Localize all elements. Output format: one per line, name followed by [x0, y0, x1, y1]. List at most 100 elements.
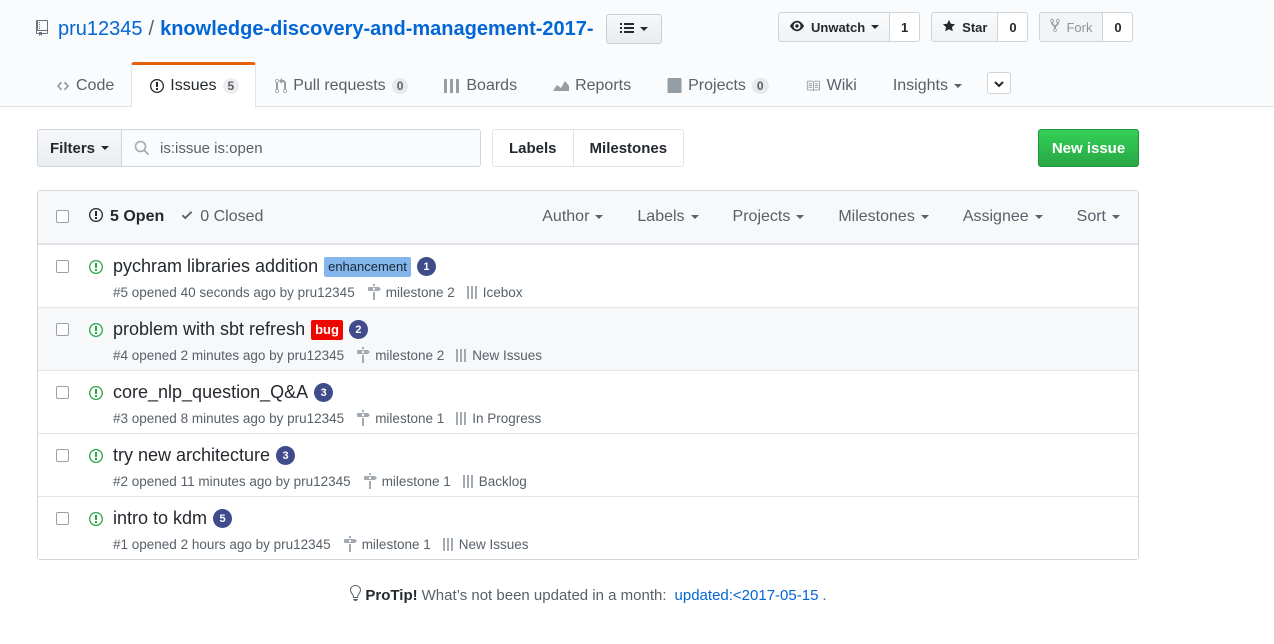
unwatch-button[interactable]: Unwatch: [778, 12, 891, 42]
repo-title: pru12345 / knowledge-discovery-and-manag…: [36, 14, 662, 44]
milestones-filter[interactable]: Milestones: [838, 208, 929, 226]
projects-filter[interactable]: Projects: [733, 208, 805, 226]
milestone-icon: [356, 410, 371, 426]
star-count[interactable]: 0: [998, 12, 1029, 42]
sort-filter[interactable]: Sort: [1077, 208, 1120, 226]
protip: ProTip! What’s not been updated in a mon…: [0, 584, 1176, 606]
tab-code[interactable]: Code: [37, 62, 131, 107]
eye-icon: [789, 19, 805, 36]
watch-count[interactable]: 1: [890, 12, 921, 42]
labels-filter-label: Labels: [637, 208, 685, 225]
issue-row: intro to kdm 5 #1 opened 2 hours ago by …: [38, 496, 1138, 559]
repo-list-toggle[interactable]: [605, 14, 662, 44]
repo-name-link[interactable]: knowledge-discovery-and-management-2017-: [160, 18, 593, 41]
star-icon: [942, 19, 956, 36]
filters-button[interactable]: Filters: [37, 129, 122, 167]
chevron-down-icon: [871, 25, 880, 29]
unwatch-label: Unwatch: [811, 19, 866, 35]
issue-project-column-label: In Progress: [472, 410, 542, 426]
protip-link[interactable]: updated:<2017-05-15: [675, 587, 819, 604]
more-nav-toggle[interactable]: [986, 72, 1011, 94]
issue-meta: #2 opened 11 minutes ago by pru12345 mil…: [113, 473, 527, 489]
repo-owner-link[interactable]: pru12345: [58, 18, 143, 41]
issue-milestone-label: milestone 1: [361, 536, 431, 552]
projects-counter: 0: [751, 77, 769, 94]
search-box: [121, 129, 481, 167]
issue-checkbox[interactable]: [56, 449, 69, 462]
tab-wiki[interactable]: Wiki: [786, 62, 874, 107]
watch-group: Unwatch 1: [778, 12, 921, 42]
issue-meta: #5 opened 40 seconds ago by pru12345 mil…: [113, 284, 523, 300]
tab-wiki-label: Wiki: [826, 76, 857, 94]
tab-issues[interactable]: Issues 5: [131, 62, 257, 108]
assignee-filter[interactable]: Assignee: [963, 208, 1043, 226]
star-label: Star: [962, 19, 988, 35]
issue-checkbox[interactable]: [56, 512, 69, 525]
tab-insights[interactable]: Insights: [874, 62, 979, 107]
issue-milestone[interactable]: milestone 1: [343, 536, 431, 552]
issue-milestone[interactable]: milestone 2: [356, 347, 444, 363]
issue-meta: #3 opened 8 minutes ago by pru12345 mile…: [113, 410, 541, 426]
select-all-checkbox[interactable]: [56, 210, 69, 223]
issue-project-column[interactable]: New Issues: [456, 348, 542, 363]
issue-opened-info: #5 opened 40 seconds ago by pru12345: [113, 284, 355, 300]
issue-title-link[interactable]: intro to kdm: [113, 508, 207, 529]
issue-milestone[interactable]: milestone 2: [367, 284, 455, 300]
star-button[interactable]: Star: [931, 12, 999, 42]
issue-row: try new architecture 3 #2 opened 11 minu…: [38, 433, 1138, 496]
issue-milestone-label: milestone 1: [381, 473, 451, 489]
issue-opened-icon: [88, 448, 104, 464]
tab-boards[interactable]: Boards: [425, 62, 534, 107]
issue-project-column[interactable]: Icebox: [466, 285, 523, 300]
issue-milestone-label: milestone 2: [385, 284, 455, 300]
projects-filter-label: Projects: [732, 208, 791, 225]
issue-badge: 3: [314, 383, 334, 402]
fork-button[interactable]: Fork: [1039, 12, 1104, 42]
issue-project-column[interactable]: New Issues: [442, 536, 529, 552]
repo-separator: /: [148, 17, 155, 40]
issue-title-link[interactable]: core_nlp_question_Q&A: [113, 382, 308, 403]
issue-project-column-label: New Issues: [458, 536, 529, 552]
issue-checkbox[interactable]: [56, 386, 69, 399]
new-issue-button[interactable]: New issue: [1038, 129, 1139, 167]
tab-reports[interactable]: Reports: [534, 62, 648, 107]
issue-title-row: try new architecture 3: [113, 445, 296, 466]
repo-header: pru12345 / knowledge-discovery-and-manag…: [0, 0, 1274, 108]
issue-title-link[interactable]: problem with sbt refresh: [113, 319, 305, 340]
tab-insights-label: Insights: [892, 76, 948, 94]
labels-link[interactable]: Labels: [492, 129, 574, 167]
open-issues-link[interactable]: 5 Open: [88, 207, 164, 228]
search-input[interactable]: [158, 138, 458, 158]
issue-milestone[interactable]: milestone 1: [356, 410, 444, 426]
issue-label[interactable]: bug: [311, 319, 343, 340]
closed-issues-label: 0 Closed: [200, 208, 264, 225]
issues-list-header: 5 Open 0 Closed Author Labels Projects M…: [38, 191, 1138, 244]
milestone-icon: [363, 473, 377, 489]
repo-nav: Code Issues 5 Pull requests 0 Boards Rep…: [37, 62, 1011, 108]
issue-title-link[interactable]: pychram libraries addition: [113, 256, 318, 277]
tab-projects[interactable]: Projects 0: [648, 62, 785, 107]
issue-title-link[interactable]: try new architecture: [113, 445, 270, 466]
issue-project-column[interactable]: In Progress: [456, 411, 541, 426]
filters-label: Filters: [49, 139, 95, 157]
fork-group: Fork 0: [1039, 12, 1134, 42]
issue-milestone[interactable]: milestone 1: [363, 473, 451, 489]
issue-checkbox[interactable]: [56, 260, 69, 273]
labels-filter[interactable]: Labels: [637, 208, 699, 226]
tab-pull-requests[interactable]: Pull requests 0: [256, 62, 425, 107]
issue-project-column[interactable]: Backlog: [462, 474, 527, 489]
issue-checkbox[interactable]: [56, 323, 69, 336]
author-filter[interactable]: Author: [542, 208, 604, 226]
boards-icon: [444, 78, 460, 93]
table-filters: Author Labels Projects Milestones Assign…: [542, 208, 1120, 226]
closed-issues-link[interactable]: 0 Closed: [180, 208, 263, 227]
boards-icon: [456, 348, 467, 362]
issue-label[interactable]: enhancement: [324, 256, 411, 277]
issue-row: problem with sbt refresh bug 2 #4 opened…: [38, 307, 1138, 370]
project-icon: [667, 78, 682, 93]
author-filter-label: Author: [542, 208, 590, 225]
list-icon: [619, 22, 634, 37]
milestones-link[interactable]: Milestones: [573, 129, 685, 167]
fork-count[interactable]: 0: [1103, 12, 1134, 42]
issue-states: 5 Open 0 Closed: [88, 207, 263, 228]
